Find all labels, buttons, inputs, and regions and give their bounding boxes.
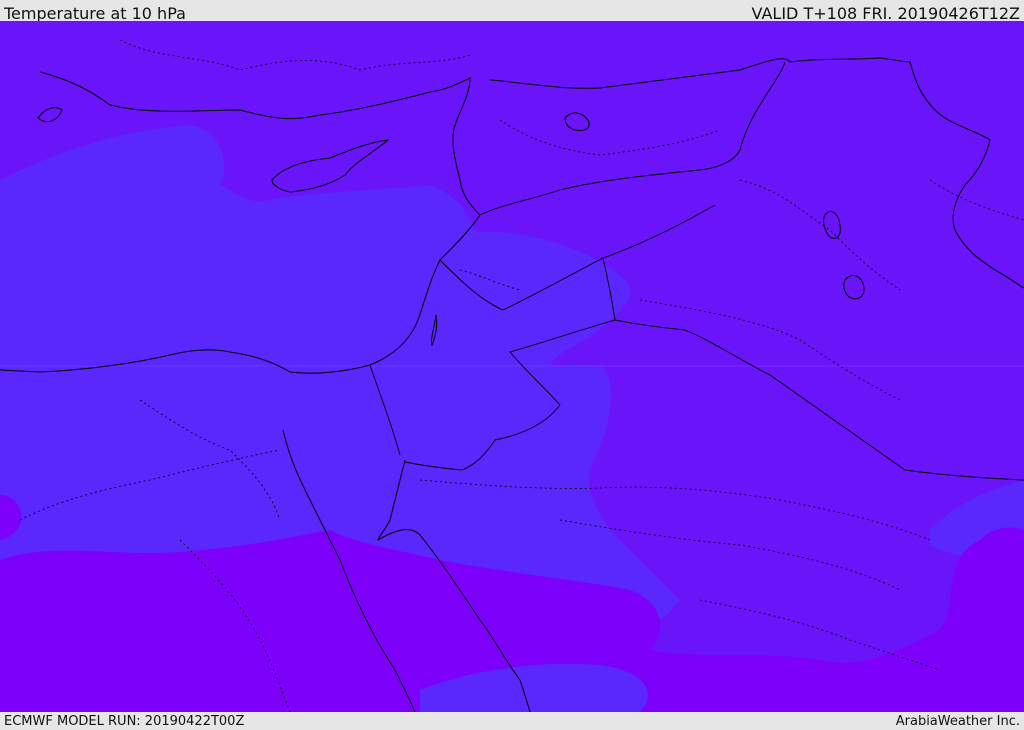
credit-label: ArabiaWeather Inc.	[895, 714, 1020, 729]
temperature-map-svg	[0, 21, 1024, 712]
map-footer: ECMWF MODEL RUN: 20190422T00Z ArabiaWeat…	[0, 712, 1024, 729]
model-run-label: ECMWF MODEL RUN: 20190422T00Z	[4, 714, 245, 729]
map-header: Temperature at 10 hPa VALID T+108 FRI. 2…	[0, 0, 1024, 23]
map-canvas	[0, 21, 1024, 712]
